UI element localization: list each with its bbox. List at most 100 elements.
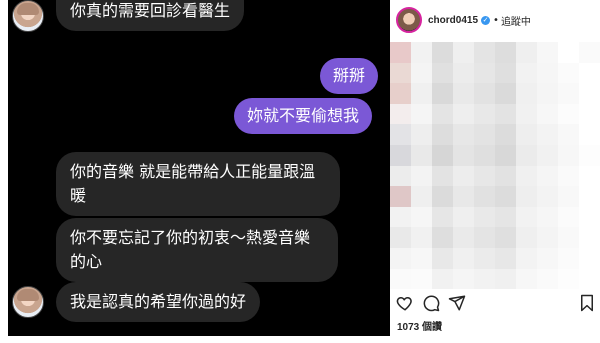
mosaic-cell [411,206,432,228]
mosaic-cell [516,165,537,187]
mosaic-cell [558,103,579,125]
mosaic-cell [516,227,537,248]
mosaic-cell [453,186,474,207]
mosaic-cell [453,42,474,63]
mosaic-cell [411,62,432,84]
mosaic-cell [537,247,558,269]
mosaic-cell [411,165,432,187]
mosaic-cell [453,268,474,290]
share-icon[interactable] [448,294,466,312]
mosaic-cell [537,144,558,166]
mosaic-cell [516,62,537,84]
mosaic-cell [474,42,495,63]
mosaic-cell [432,144,453,166]
incoming-message-bubble: 你不要忘記了你的初衷～熱愛音樂 的心 [56,218,338,282]
mosaic-cell [558,268,579,290]
sender-avatar[interactable] [12,0,44,32]
mosaic-cell [411,42,432,63]
message-text: 掰掰 [333,66,366,85]
likes-count[interactable]: 1073 個讚 [397,318,442,333]
instagram-post-panel: chord0415 ✓ • 追蹤中 1073 個讚 [390,0,600,343]
mosaic-cell [432,227,453,248]
comment-icon[interactable] [422,294,440,312]
separator-dot: • [493,14,499,26]
message-row-incoming: 你真的需要回診看醫生 [12,0,245,32]
mosaic-cell [474,144,495,166]
mosaic-cell [558,62,579,84]
mosaic-cell [495,124,516,145]
message-text-line: 你的音樂 就是能帶給人正能量跟溫 [70,162,316,181]
mosaic-cell [537,42,558,63]
mosaic-cell [411,124,432,145]
mosaic-cell [558,227,579,248]
mosaic-cell [432,206,453,228]
mosaic-cell [453,247,474,269]
mosaic-cell [537,124,558,145]
mosaic-cell [474,227,495,248]
mosaic-cell [516,42,537,63]
mosaic-cell [537,186,558,207]
mosaic-cell [432,42,453,63]
mosaic-cell [411,247,432,269]
mosaic-cell [537,83,558,104]
outgoing-message-bubble: 妳就不要偷想我 [234,98,373,134]
post-header: chord0415 ✓ • 追蹤中 [390,0,600,40]
mosaic-cell [495,83,516,104]
mosaic-cell [411,103,432,125]
incoming-message-bubble: 你的音樂 就是能帶給人正能量跟溫 暖 [56,152,340,216]
mosaic-cell [516,247,537,269]
mosaic-cell [558,83,579,104]
mosaic-cell [432,124,453,145]
mosaic-cell [537,165,558,187]
mosaic-cell [558,186,579,207]
message-text: 你真的需要回診看醫生 [70,1,231,20]
mosaic-cell [558,124,579,145]
mosaic-cell [579,62,600,84]
mosaic-cell [495,42,516,63]
mosaic-cell [495,268,516,290]
mosaic-cell [558,247,579,269]
bookmark-icon[interactable] [578,294,596,312]
message-text: 我是認真的希望你過的好 [70,292,247,311]
heart-icon[interactable] [396,294,414,312]
mosaic-cell [495,206,516,228]
mosaic-cell [579,206,600,228]
mosaic-cell [579,227,600,248]
mosaic-cell [474,62,495,84]
mosaic-cell [558,144,579,166]
message-text-line: 你不要忘記了你的初衷～熱愛音樂 [70,228,311,247]
mosaic-cell [432,83,453,104]
mosaic-cell [579,165,600,187]
mosaic-cell [474,206,495,228]
mosaic-cell [579,186,600,207]
mosaic-cell [579,83,600,104]
pixelated-post-image[interactable] [390,42,600,290]
mosaic-cell [474,165,495,187]
post-actions-bar [390,294,600,314]
mosaic-cell [390,165,411,187]
sender-avatar[interactable] [12,286,44,318]
profile-avatar[interactable] [396,7,422,33]
mosaic-cell [474,124,495,145]
mosaic-cell [432,247,453,269]
mosaic-cell [453,227,474,248]
mosaic-cell [474,103,495,125]
mosaic-cell [495,103,516,125]
mosaic-cell [432,103,453,125]
following-button[interactable]: 追蹤中 [501,13,531,28]
mosaic-cell [516,83,537,104]
mosaic-cell [495,165,516,187]
mosaic-cell [579,124,600,145]
mosaic-cell [453,62,474,84]
username-link[interactable]: chord0415 [428,15,478,26]
verified-badge-icon: ✓ [481,15,491,25]
mosaic-cell [558,42,579,63]
message-row-incoming: 我是認真的希望你過的好 [12,282,261,322]
mosaic-cell [390,186,411,207]
mosaic-cell [411,144,432,166]
mosaic-cell [390,103,411,125]
mosaic-cell [579,42,600,63]
mosaic-cell [579,103,600,125]
mosaic-cell [432,62,453,84]
mosaic-cell [432,268,453,290]
